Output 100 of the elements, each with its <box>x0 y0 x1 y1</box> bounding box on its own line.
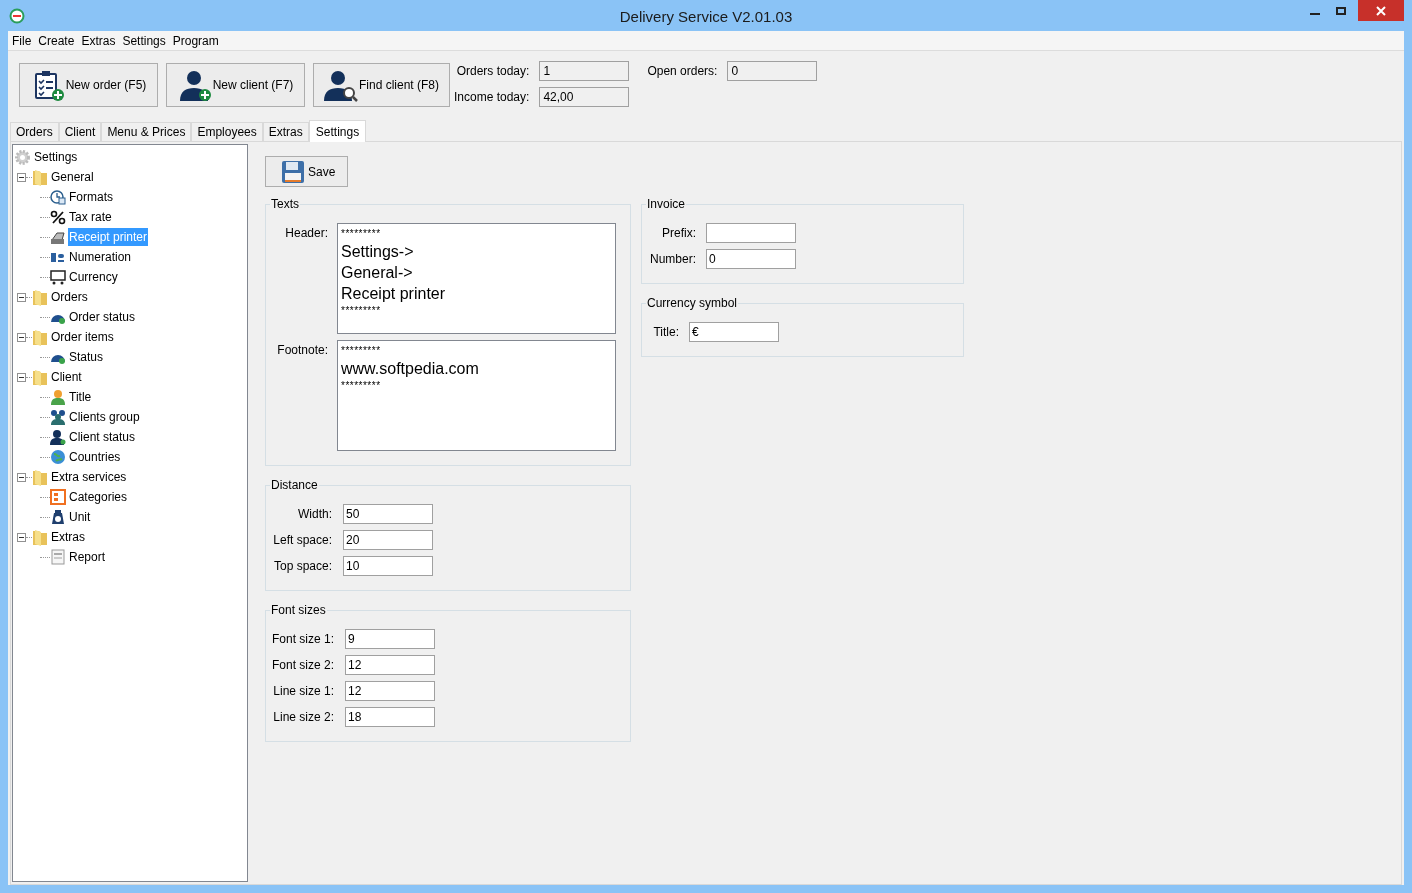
person-add-icon <box>177 68 212 102</box>
text-area[interactable]: ********* www.softpedia.com ********* <box>337 340 616 451</box>
field-label: Open orders: <box>646 63 718 80</box>
collapse-toggle[interactable] <box>17 292 26 302</box>
person-search-icon <box>324 68 358 102</box>
close-icon <box>1375 4 1387 17</box>
menu-item[interactable]: File <box>12 31 32 50</box>
tree-item[interactable]: Categories <box>68 488 129 506</box>
tree-item[interactable]: Tax rate <box>68 208 113 226</box>
collapse-toggle[interactable] <box>17 372 26 382</box>
text-line: ********* <box>341 345 381 356</box>
input-field[interactable]: 12 <box>345 681 435 701</box>
tab[interactable]: Settings <box>308 120 367 142</box>
tree-item[interactable]: Client status <box>68 428 137 446</box>
group-title: Currency symbol <box>646 295 739 312</box>
tree-item[interactable]: Formats <box>68 188 114 206</box>
readonly-field: 42,00 <box>539 87 630 107</box>
field-label: Orders today: <box>455 63 530 80</box>
field-label: Footnote: <box>276 342 328 359</box>
tree-item[interactable]: Clients group <box>68 408 141 426</box>
toolbar-button[interactable]: Find client (F8) <box>313 63 450 107</box>
input-field[interactable]: 9 <box>345 629 435 649</box>
input-field[interactable]: 50 <box>343 504 433 524</box>
clock-icon <box>50 189 66 205</box>
readonly-field: 0 <box>727 61 818 81</box>
tab[interactable]: Employees <box>191 122 263 141</box>
field-label: Left space: <box>272 532 332 549</box>
menu-item[interactable]: Extras <box>81 31 116 50</box>
tree-item[interactable]: Status <box>68 348 105 366</box>
tree-item[interactable]: Order items <box>50 328 115 346</box>
globe-icon <box>50 449 66 465</box>
field-label: Line size 1: <box>272 683 334 700</box>
field-label: Font size 2: <box>270 657 334 674</box>
field-label: Income today: <box>454 89 530 106</box>
collapse-toggle[interactable] <box>17 332 26 342</box>
field-label: Number: <box>649 251 696 268</box>
collapse-toggle[interactable] <box>17 532 26 542</box>
window-title: Delivery Service V2.01.03 <box>619 8 793 25</box>
folder-icon <box>32 328 48 346</box>
folder-icon <box>32 168 48 186</box>
group-title: Texts <box>270 196 300 213</box>
toolbar-button[interactable]: New order (F5) <box>19 63 158 107</box>
percent-icon <box>50 209 66 225</box>
input-field[interactable]: 18 <box>345 707 435 727</box>
save-button[interactable]: Save <box>265 156 348 187</box>
app-icon <box>9 7 25 24</box>
field-label: Top space: <box>272 558 332 575</box>
text-line: ********* <box>341 305 381 316</box>
tree-item[interactable]: Countries <box>68 448 122 466</box>
collapse-toggle[interactable] <box>17 172 26 182</box>
minimize-icon <box>1310 13 1320 15</box>
input-field[interactable]: 20 <box>343 530 433 550</box>
tree-item[interactable]: Extras <box>50 528 86 546</box>
people-icon <box>50 409 66 425</box>
field-label: Header: <box>284 225 328 242</box>
tree-item[interactable]: Orders <box>50 288 89 306</box>
toolbar-button[interactable]: New client (F7) <box>166 63 305 107</box>
field-label: Title: <box>652 324 679 341</box>
tree-item[interactable]: Numeration <box>68 248 133 266</box>
input-field[interactable]: € <box>689 322 779 342</box>
collapse-toggle[interactable] <box>17 472 26 482</box>
printer-icon <box>50 229 66 245</box>
text-line: Settings-> <box>341 243 414 260</box>
input-field[interactable]: 0 <box>706 249 796 269</box>
group-title: Font sizes <box>270 602 327 619</box>
readonly-field: 1 <box>539 61 630 81</box>
tree-item[interactable]: Settings <box>33 148 79 166</box>
menu-item[interactable]: Create <box>38 31 75 50</box>
text-line: Receipt printer <box>341 285 446 302</box>
input-field[interactable] <box>706 223 796 243</box>
field-label: Prefix: <box>661 225 696 242</box>
folder-icon <box>32 288 48 306</box>
maximize-icon <box>1336 7 1346 15</box>
input-field[interactable]: 10 <box>343 556 433 576</box>
menu-item[interactable]: Program <box>172 31 219 50</box>
menu-item[interactable]: Settings <box>122 31 166 50</box>
tree-item[interactable]: Report <box>68 548 107 566</box>
field-label: Width: <box>297 506 332 523</box>
tab[interactable]: Client <box>58 122 102 141</box>
group-title: Distance <box>270 477 319 494</box>
input-field[interactable]: 12 <box>345 655 435 675</box>
text-area[interactable]: ********* Settings-> General-> Receipt printer ********* <box>337 223 616 334</box>
text-line: www.softpedia.com <box>341 360 479 377</box>
folder-icon <box>32 528 48 546</box>
text-line: General-> <box>341 264 413 281</box>
tab[interactable]: Orders <box>10 122 59 141</box>
person-icon <box>50 389 66 405</box>
tab[interactable]: Menu & Prices <box>101 122 192 141</box>
tree-item[interactable]: Extra services <box>50 468 128 486</box>
tree-item[interactable]: General <box>50 168 95 186</box>
tree-item[interactable]: Title <box>68 388 93 406</box>
tab[interactable]: Extras <box>262 122 309 141</box>
tree-item[interactable]: Order status <box>68 308 137 326</box>
tree-item[interactable]: Currency <box>68 268 119 286</box>
folder-icon <box>32 368 48 386</box>
group-title: Invoice <box>646 196 687 213</box>
tree-item[interactable]: Client <box>50 368 83 386</box>
close-button[interactable] <box>1358 0 1404 21</box>
tree-item[interactable]: Unit <box>68 508 92 526</box>
text-line: ********* <box>341 228 381 239</box>
